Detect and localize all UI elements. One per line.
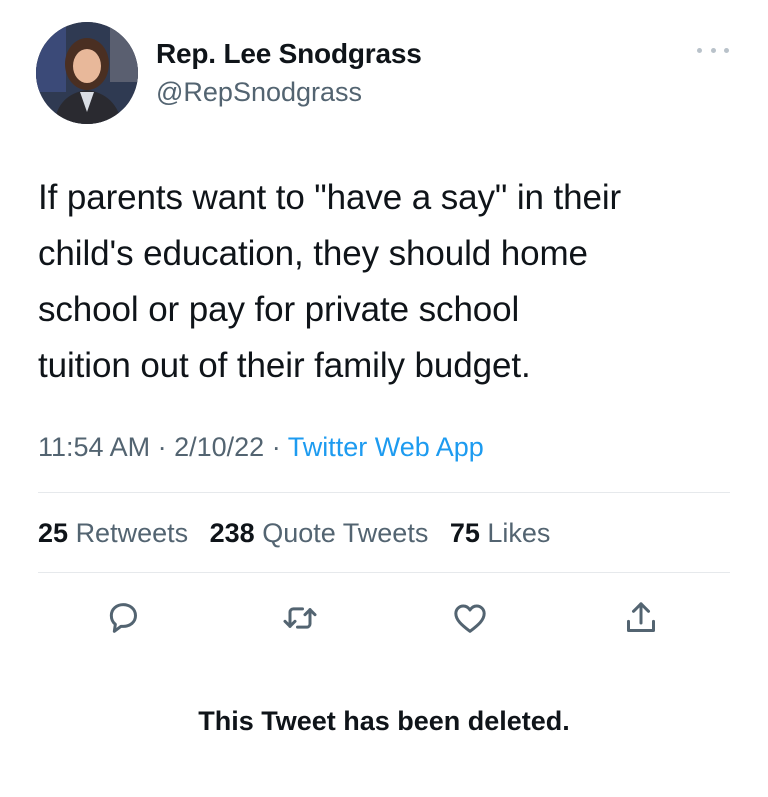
quote-tweets-stat[interactable]: 238 Quote Tweets <box>210 518 429 548</box>
tweet-time[interactable]: 11:54 AM <box>38 432 150 462</box>
retweet-button[interactable] <box>280 598 320 638</box>
reply-icon <box>109 603 137 633</box>
likes-stat[interactable]: 75 Likes <box>450 518 551 548</box>
quote-tweets-label: Quote Tweets <box>262 518 429 548</box>
retweets-count: 25 <box>38 518 69 548</box>
likes-count: 75 <box>449 518 480 548</box>
author-handle[interactable]: @RepSnodgrass <box>156 77 362 108</box>
tweet-text-line: child's education, they should home <box>38 234 588 273</box>
tweet-source[interactable]: Twitter Web App <box>288 432 484 462</box>
tweet-date[interactable]: 2/10/22 <box>174 432 264 462</box>
reply-button[interactable] <box>103 598 143 638</box>
tweet-text-line: school or pay for private school <box>38 290 520 329</box>
separator: · <box>271 432 281 462</box>
engagement-stats: 25 Retweets 238 Quote Tweets 75 Likes <box>38 518 550 549</box>
quote-tweets-count: 238 <box>209 518 255 548</box>
divider <box>38 572 730 573</box>
dot <box>724 47 729 53</box>
tweet-text-line: If parents want to "have a say" in their <box>38 178 622 217</box>
tweet-text-line: tuition out of their family budget. <box>38 346 531 385</box>
more-options-icon[interactable] <box>697 40 729 60</box>
dot <box>710 47 716 53</box>
avatar[interactable] <box>36 22 138 124</box>
author-display-name[interactable]: Rep. Lee Snodgrass <box>156 38 422 70</box>
separator: · <box>157 432 167 462</box>
retweet-icon <box>283 607 317 629</box>
like-button[interactable] <box>450 598 490 638</box>
retweets-stat[interactable]: 25 Retweets <box>38 518 188 548</box>
tweet-metadata: 11:54 AM · 2/10/22 · Twitter Web App <box>38 432 484 463</box>
likes-label: Likes <box>487 518 551 548</box>
tweet-text: If parents want to "have a say" in their… <box>38 170 738 394</box>
share-icon <box>627 602 655 632</box>
deleted-tweet-notice: This Tweet has been deleted. <box>198 706 570 736</box>
divider <box>38 492 730 493</box>
retweets-label: Retweets <box>75 518 189 548</box>
dot <box>697 47 702 53</box>
share-button[interactable] <box>621 598 661 638</box>
like-icon <box>454 604 486 633</box>
profile-photo-icon <box>36 22 138 124</box>
